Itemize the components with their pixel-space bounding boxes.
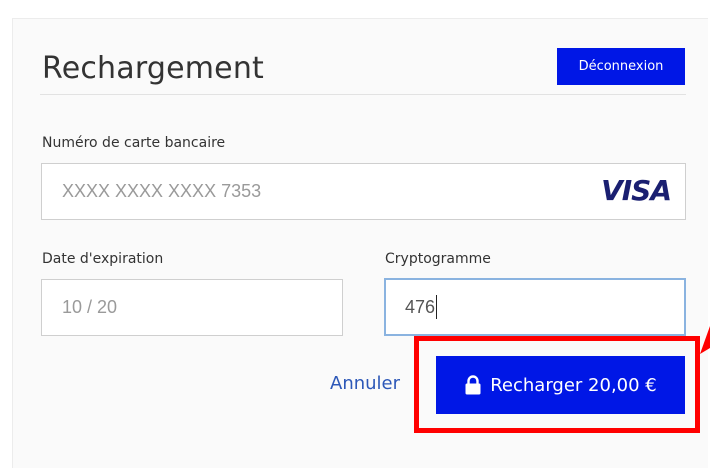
- logout-button[interactable]: Déconnexion: [557, 48, 685, 85]
- card-number-field[interactable]: XXXX XXXX XXXX 7353 VISA: [41, 163, 686, 220]
- cvv-label: Cryptogramme: [385, 251, 491, 267]
- cvv-field[interactable]: 476: [384, 278, 686, 336]
- lock-icon: [464, 375, 482, 395]
- recharge-label: Recharger 20,00 €: [490, 374, 657, 396]
- text-caret: [436, 295, 438, 319]
- cancel-link[interactable]: Annuler: [330, 373, 400, 394]
- expiry-label: Date d'expiration: [42, 251, 164, 267]
- card-number-value: XXXX XXXX XXXX 7353: [62, 181, 262, 201]
- title-divider: [40, 94, 686, 95]
- expiry-field[interactable]: 10 / 20: [41, 279, 343, 336]
- card-number-label: Numéro de carte bancaire: [42, 135, 226, 151]
- recharge-button[interactable]: Recharger 20,00 €: [436, 356, 685, 414]
- cvv-value: 476: [405, 296, 436, 317]
- expiry-value: 10 / 20: [62, 297, 118, 317]
- page: Rechargement Déconnexion Numéro de carte…: [0, 0, 710, 468]
- visa-logo-icon: VISA: [601, 174, 672, 207]
- page-title: Rechargement: [42, 51, 265, 86]
